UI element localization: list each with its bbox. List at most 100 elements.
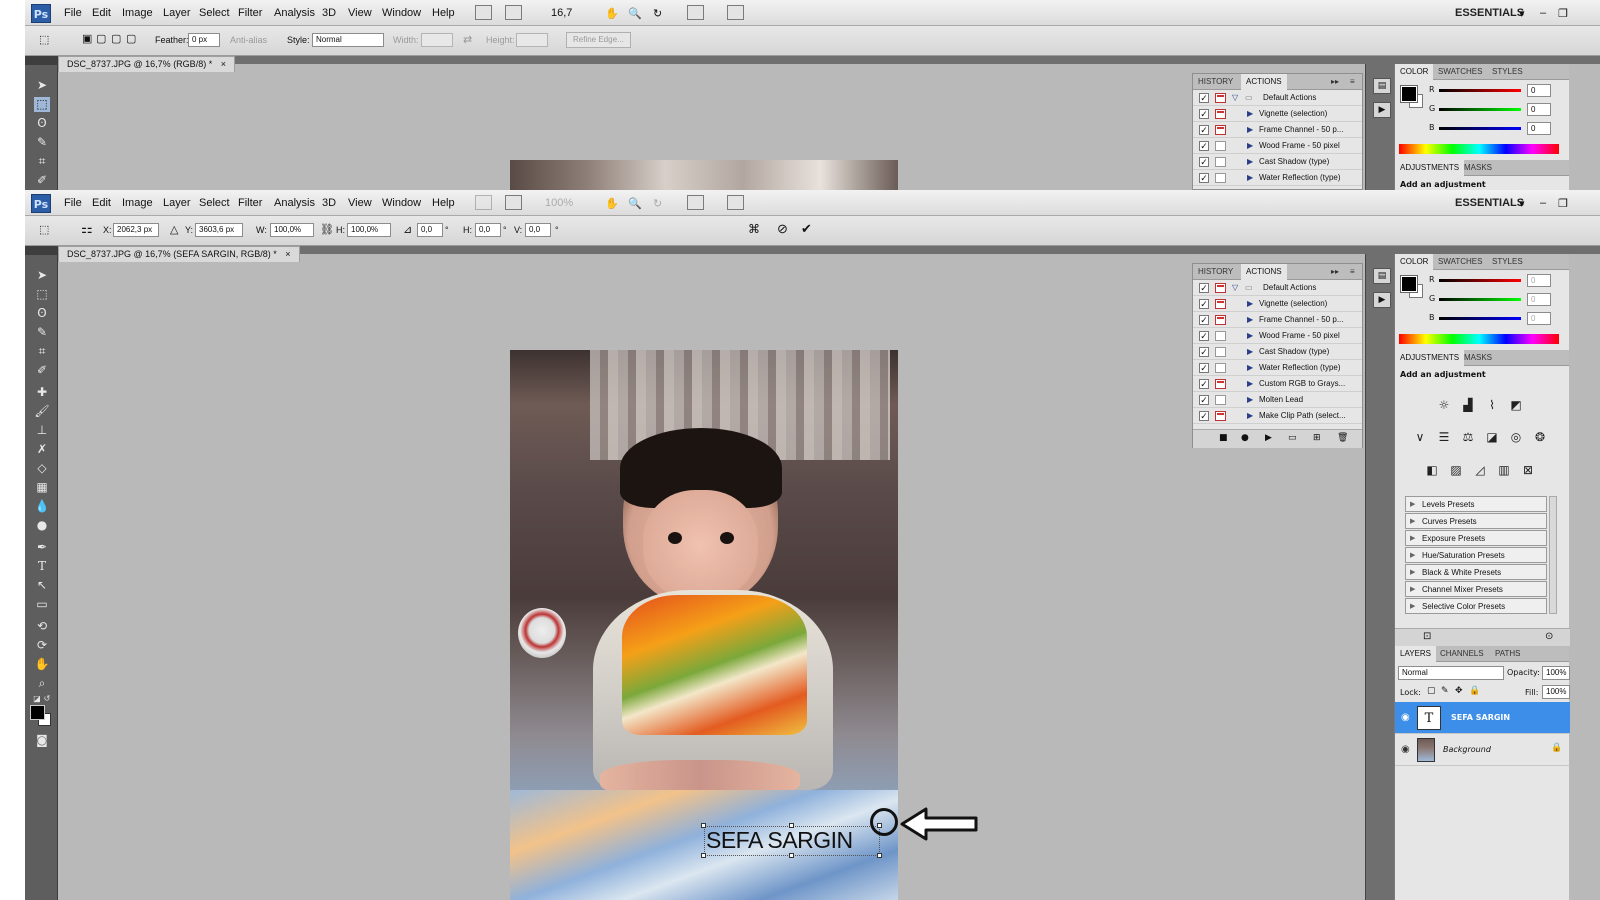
preset-levels[interactable]: Levels Presets [1405,496,1547,512]
tab-styles[interactable]: STYLES [1487,64,1528,80]
document-tab[interactable]: DSC_8737.JPG @ 16,7% (RGB/8) * × [58,56,235,72]
action-row[interactable]: ✓ ▶ Frame Channel - 50 p... [1193,122,1362,138]
width-scale-input[interactable]: 100,0% [270,223,314,237]
color-spectrum-bar[interactable] [1399,144,1559,154]
height-input[interactable] [516,33,548,47]
invert-icon[interactable]: ◧ [1423,462,1441,478]
menu-help[interactable]: Help [432,7,455,19]
tab-adjustments[interactable]: ADJUSTMENTS [1395,350,1465,366]
blend-mode-select[interactable]: Normal [1398,666,1504,680]
toolbox-header[interactable] [25,246,57,255]
hskew-input[interactable]: 0,0 [475,223,501,237]
document-canvas[interactable] [58,72,1190,190]
preset-selective-color[interactable]: Selective Color Presets [1405,598,1547,614]
pen-tool-icon[interactable]: ✒ [34,540,50,555]
reference-point-icon[interactable]: ⚏ [81,221,93,237]
dialog-toggle-icon[interactable] [1215,157,1226,167]
lock-all-icon[interactable]: 🔒 [1469,686,1480,696]
expand-triangle-icon[interactable]: ▶ [1247,376,1253,392]
menu-analysis[interactable]: Analysis [274,197,315,209]
dialog-toggle-icon[interactable] [1215,93,1226,103]
exposure-icon[interactable]: ◩ [1507,397,1525,413]
layer-visibility-eye-icon[interactable]: ◉ [1401,744,1410,755]
dialog-toggle-icon[interactable] [1215,141,1226,151]
action-toggle-checkbox[interactable]: ✓ [1199,379,1209,389]
opacity-input[interactable]: 100% [1542,666,1570,680]
crop-tool-icon[interactable]: ⌗ [34,154,50,169]
gradient-map-icon[interactable]: ▥ [1495,462,1513,478]
swap-icon[interactable]: ⇄ [463,33,472,46]
tab-layers[interactable]: LAYERS [1395,646,1436,662]
action-toggle-checkbox[interactable]: ✓ [1199,395,1209,405]
begin-recording-icon[interactable]: ● [1241,433,1249,443]
menu-window[interactable]: Window [382,197,421,209]
zoom-tool-icon[interactable]: 🔍 [628,7,642,20]
action-toggle-checkbox[interactable]: ✓ [1199,93,1209,103]
tab-color[interactable]: COLOR [1395,64,1434,80]
expand-triangle-icon[interactable]: ▶ [1247,344,1253,360]
preset-hue-saturation[interactable]: Hue/Saturation Presets [1405,547,1547,563]
levels-icon[interactable]: ▟ [1459,397,1477,413]
mini-bridge-icon[interactable] [505,195,522,210]
marquee-intersect-selection-icon[interactable]: ▢ [126,32,136,45]
r-value[interactable]: 0 [1527,274,1551,287]
menu-window[interactable]: Window [382,7,421,19]
channel-mixer-icon[interactable]: ❂ [1531,429,1549,445]
lasso-tool-icon[interactable]: ʘ [34,306,50,321]
lasso-tool-icon[interactable]: ʘ [34,116,50,131]
color-spectrum-bar[interactable] [1399,334,1559,344]
canvas-text-layer[interactable]: SEFA SARGIN [706,827,853,854]
width-input[interactable] [421,33,453,47]
brush-tool-icon[interactable]: 🖌 [34,404,50,419]
delete-icon[interactable]: 🗑 [1337,433,1348,443]
panel-options-icon[interactable]: ⊙ [1545,631,1553,642]
layer-row-background[interactable]: ◉ Background 🔒 [1395,734,1570,766]
action-toggle-checkbox[interactable]: ✓ [1199,315,1209,325]
threshold-icon[interactable]: ◿ [1471,462,1489,478]
hand-tool-icon[interactable]: ✋ [605,197,619,210]
marquee-tool-icon[interactable]: ⬚ [34,97,50,112]
actions-panel-icon[interactable]: ▶ [1373,292,1391,308]
type-tool-icon[interactable]: T [34,559,50,574]
style-select[interactable]: Normal [312,33,384,47]
zoom-tool-icon[interactable]: 🔍 [628,197,642,210]
tab-actions[interactable]: ACTIONS [1241,74,1287,90]
action-toggle-checkbox[interactable]: ✓ [1199,299,1209,309]
expand-triangle-icon[interactable]: ▶ [1247,392,1253,408]
arrange-documents-icon[interactable] [687,195,704,210]
action-row[interactable]: ✓ ▶ Custom RGB to Grays... [1193,376,1362,392]
restore-icon[interactable]: ❐ [1558,197,1568,210]
arrange-documents-icon[interactable] [687,5,704,20]
healing-brush-tool-icon[interactable]: ✚ [34,385,50,400]
action-row[interactable]: ✓ ▶ Cast Shadow (type) [1193,154,1362,170]
play-selection-icon[interactable]: ▶ [1265,433,1272,443]
workspace-switcher[interactable]: ESSENTIALS [1455,197,1524,209]
workspace-switcher[interactable]: ESSENTIALS [1455,7,1524,19]
history-panel-icon[interactable]: ▤ [1373,78,1391,94]
rotate-input[interactable]: 0,0 [417,223,443,237]
actions-panel-icon[interactable]: ▶ [1373,102,1391,118]
screen-mode-icon[interactable] [727,5,744,20]
tab-styles[interactable]: STYLES [1487,254,1528,270]
action-row[interactable]: ✓ ▶ Wood Frame - 50 pixel [1193,328,1362,344]
dialog-toggle-icon[interactable] [1215,109,1226,119]
minimize-icon[interactable]: – [1540,197,1546,209]
foreground-color-swatch[interactable] [1400,85,1418,103]
rotate-view-icon[interactable]: ↻ [653,197,662,210]
menu-view[interactable]: View [348,7,372,19]
g-value[interactable]: 0 [1527,293,1551,306]
menu-view[interactable]: View [348,197,372,209]
hand-tool-icon[interactable]: ✋ [34,657,50,672]
bridge-icon[interactable] [475,195,492,210]
menu-image[interactable]: Image [122,7,153,19]
quick-mask-icon[interactable]: ◙ [34,733,50,748]
panel-expand-icon[interactable]: ▸▸ [1326,264,1344,280]
workspace-dropdown-icon[interactable]: ▾ [1519,7,1525,20]
tab-color[interactable]: COLOR [1395,254,1434,270]
3d-rotate-tool-icon[interactable]: ⟲ [34,619,50,634]
tab-actions[interactable]: ACTIONS [1241,264,1287,280]
document-tab-close-icon[interactable]: × [285,249,290,259]
action-row[interactable]: ✓ ▶ Frame Channel - 50 p... [1193,312,1362,328]
expand-triangle-icon[interactable]: ▽ [1232,90,1238,106]
action-row[interactable]: ✓ ▶ Water Reflection (type) [1193,170,1362,186]
